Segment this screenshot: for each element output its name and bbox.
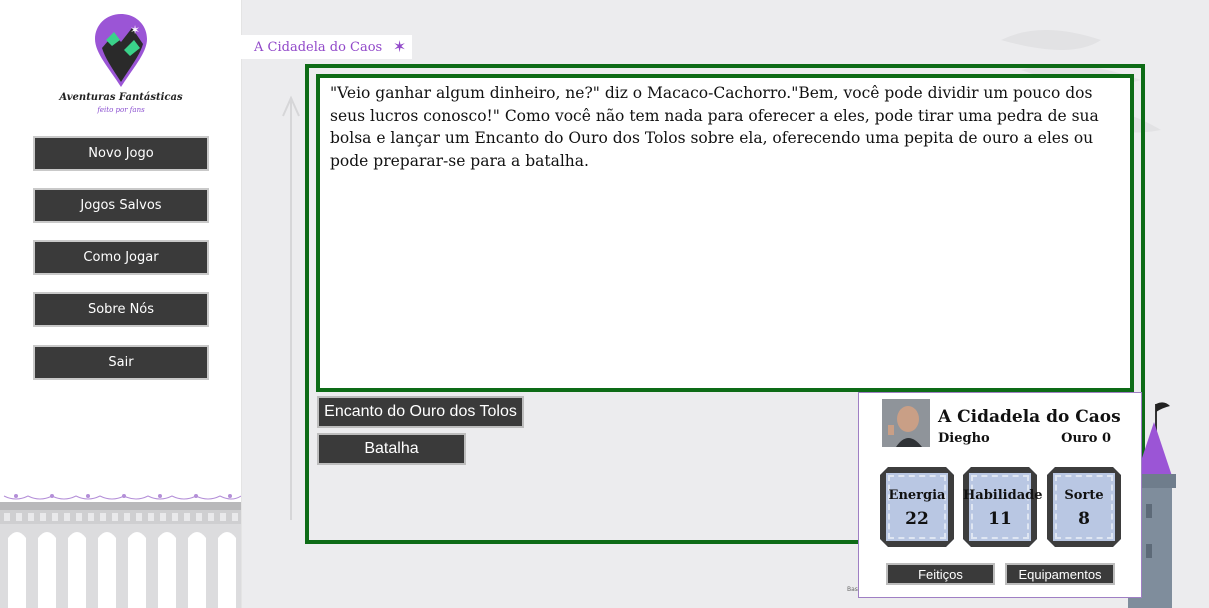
logo-title: Aventuras Fantásticas [59,92,183,103]
stat-frame [1047,467,1121,547]
castle-wall-illustration [0,494,241,608]
stat-label: Sorte [1064,488,1104,503]
book-title-tab: A Cidadela do Caos ✶ [241,35,413,59]
stat-value: 11 [988,509,1012,529]
spells-button[interactable]: Feitiços [886,563,995,585]
exit-button[interactable]: Sair [33,345,209,380]
stat-label: Energia [888,488,946,503]
about-us-button[interactable]: Sobre Nós [33,292,209,327]
avatar-photo-icon [882,399,930,447]
stat-value: 8 [1078,509,1090,529]
stat-sorte: Sorte 8 [1047,467,1121,547]
new-game-button[interactable]: Novo Jogo [33,136,209,171]
stat-frame [963,467,1037,547]
sidebar: ✶ Aventuras Fantásticas feito por fans N… [0,0,242,608]
stat-value: 22 [905,509,929,529]
stat-label: Habilidade [963,488,1043,503]
equipment-button[interactable]: Equipamentos [1005,563,1115,585]
map-pin-logo-icon: ✶ [95,14,147,87]
how-to-play-button[interactable]: Como Jogar [33,240,209,275]
sparkle-icon: ✶ [392,37,407,56]
character-card: A Cidadela do Caos Diegho Ouro 0 Energia… [858,392,1142,598]
book-title-label: A Cidadela do Caos [254,39,383,55]
saved-games-button[interactable]: Jogos Salvos [33,188,209,223]
logo-subtitle: feito por fans [97,106,145,114]
footer-text: Bas [847,586,858,593]
player-avatar[interactable] [882,399,930,447]
choice-battle-button[interactable]: Batalha [317,433,466,465]
choice-fools-gold-button[interactable]: Encanto do Ouro dos Tolos [317,396,524,428]
story-text: "Veio ganhar algum dinheiro, ne?" diz o … [316,74,1134,392]
stat-energia: Energia 22 [880,467,954,547]
stat-habilidade: Habilidade 11 [963,467,1043,547]
app-logo[interactable]: ✶ Aventuras Fantásticas feito por fans [54,10,188,120]
stat-frame [880,467,954,547]
character-book-title: A Cidadela do Caos [938,407,1121,427]
player-name: Diegho [938,431,990,446]
gold-counter: Ouro 0 [1061,431,1111,446]
svg-text:✶: ✶ [130,23,140,37]
